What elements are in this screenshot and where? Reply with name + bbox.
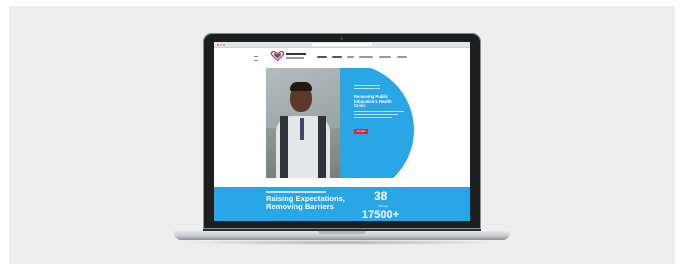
stats-band-kicker [266, 191, 326, 193]
nav-item-5[interactable] [379, 56, 391, 58]
backpack-strap-left [280, 116, 288, 178]
stats-band-headline-line2: Removing Barriers [266, 202, 334, 211]
hero-photo-student [266, 68, 340, 178]
webcam-icon [340, 37, 343, 40]
logo-tagline [286, 57, 304, 59]
stats-band: Raising Expectations, Removing Barriers … [214, 187, 470, 221]
laptop-opening-notch [318, 231, 366, 234]
heart-logo-icon[interactable] [271, 51, 284, 61]
stats-band-headline: Raising Expectations, Removing Barriers [266, 195, 345, 211]
stat-schools-label: Schools [378, 204, 388, 208]
nav-item-2[interactable] [332, 56, 342, 58]
laptop-base [174, 231, 510, 240]
laptop-screen: Removing Public Education's Health Crisi… [214, 42, 470, 221]
nav-item-4[interactable] [359, 56, 373, 58]
hero-panel: Removing Public Education's Health Crisi… [340, 68, 470, 178]
maximize-window-icon[interactable] [223, 43, 225, 46]
student-tie [300, 118, 304, 140]
hero-description [354, 111, 404, 121]
nav-item-3[interactable] [347, 56, 354, 58]
nav-item-6[interactable] [397, 56, 407, 58]
logo-wordmark[interactable] [286, 53, 306, 55]
nav-item-1[interactable] [317, 56, 327, 58]
laptop-shadow [180, 240, 504, 245]
address-bar[interactable] [312, 43, 372, 46]
stat-schools-value: 38 [374, 189, 388, 203]
minimize-window-icon[interactable] [220, 43, 222, 46]
laptop-lid: Removing Public Education's Health Crisi… [203, 33, 481, 229]
close-window-icon[interactable] [217, 43, 219, 46]
hero-title: Removing Public Education's Health Crisi… [354, 94, 392, 109]
site-header [214, 48, 470, 68]
stat-students-value: 17500+ [362, 209, 400, 221]
hero-donate-button[interactable]: Donate [354, 129, 368, 134]
backpack-strap-right [318, 116, 326, 178]
student-hair [290, 82, 312, 91]
menu-icon[interactable] [254, 56, 258, 61]
